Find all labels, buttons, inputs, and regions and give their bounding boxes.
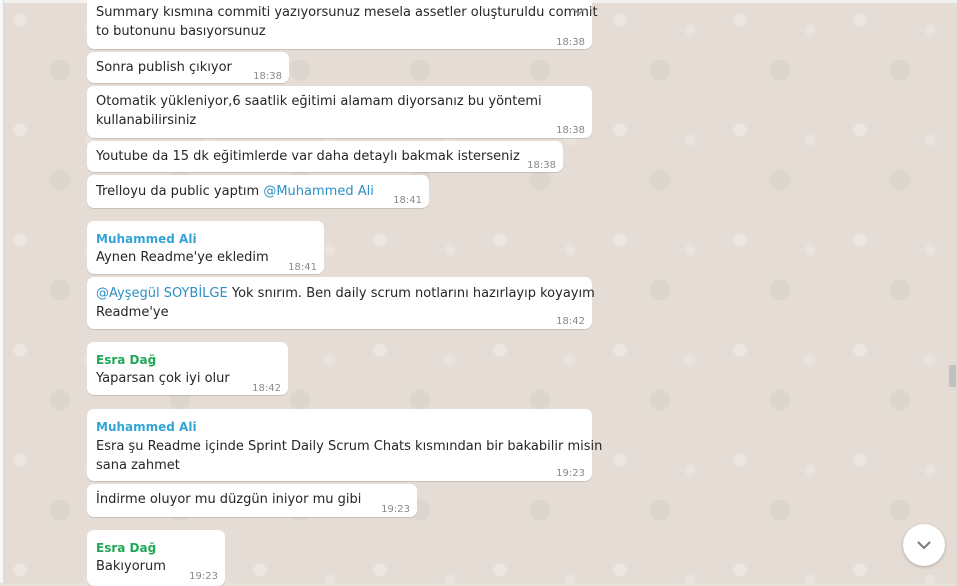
message-time: 18:38	[527, 160, 556, 171]
message-time: 19:23	[189, 571, 218, 582]
message-bubble[interactable]: İndirme oluyor mu düzgün iniyor mu gibi …	[87, 484, 417, 517]
message-text-part: Yok snırım. Ben daily scrum notlarını ha…	[227, 286, 595, 301]
message-text: Aynen Readme'ye ekledim	[96, 250, 269, 265]
message-text: Bakıyorum	[96, 559, 166, 574]
message-bubble[interactable]: Esra Dağ Yaparsan çok iyi olur 18:42	[87, 342, 288, 395]
scrollbar-thumb[interactable]	[949, 365, 956, 387]
chevron-down-icon[interactable]	[572, 6, 586, 18]
message-text: İndirme oluyor mu düzgün iniyor mu gibi	[96, 492, 362, 507]
mention-link[interactable]: @Muhammed Ali	[263, 184, 374, 199]
sender-name[interactable]: Muhammed Ali	[96, 418, 197, 437]
message-text: Sonra publish çıkıyor	[96, 60, 232, 75]
message-time: 18:42	[252, 383, 281, 394]
message-bubble[interactable]: Trelloyu da public yaptım @Muhammed Ali …	[87, 175, 429, 208]
pane-divider	[0, 0, 4, 583]
message-text: Readme'ye	[96, 305, 169, 320]
sender-name[interactable]: Esra Dağ	[96, 351, 156, 370]
message-text: Trelloyu da public yaptım @Muhammed Ali	[96, 182, 374, 201]
sender-name[interactable]: Esra Dağ	[96, 539, 156, 558]
message-time: 19:23	[556, 468, 585, 479]
message-time: 18:41	[288, 262, 317, 273]
message-bubble[interactable]: Otomatik yükleniyor,6 saatlik eğitimi al…	[87, 86, 592, 138]
message-bubble[interactable]: Esra Dağ Bakıyorum 19:23	[87, 530, 225, 586]
sender-name[interactable]: Muhammed Ali	[96, 230, 197, 249]
message-text: to butonunu basıyorsunuz	[96, 24, 266, 39]
message-bubble[interactable]: @Ayşegül SOYBİLGE Yok snırım. Ben daily …	[87, 277, 595, 329]
message-time: 19:23	[381, 504, 410, 515]
message-bubble[interactable]: Youtube da 15 dk eğitimlerde var daha de…	[87, 141, 563, 172]
message-text-part: Trelloyu da public yaptım	[96, 184, 264, 199]
message-text: Youtube da 15 dk eğitimlerde var daha de…	[96, 149, 520, 164]
mention-link[interactable]: @Ayşegül SOYBİLGE	[96, 286, 228, 301]
scroll-to-bottom-button[interactable]	[903, 524, 945, 566]
message-text: Esra şu Readme içinde Sprint Daily Scrum…	[96, 439, 603, 454]
message-time: 18:38	[556, 37, 585, 48]
message-time: 18:38	[556, 125, 585, 136]
message-text: @Ayşegül SOYBİLGE Yok snırım. Ben daily …	[96, 284, 595, 303]
message-text: kullanabilirsiniz	[96, 113, 197, 128]
message-bubble[interactable]: Sonra publish çıkıyor 18:38	[87, 52, 289, 83]
message-text: Yaparsan çok iyi olur	[96, 371, 230, 386]
message-time: 18:41	[393, 195, 422, 206]
message-text: Otomatik yükleniyor,6 saatlik eğitimi al…	[96, 94, 542, 109]
message-time: 18:38	[253, 71, 282, 82]
message-text: sana zahmet	[96, 458, 180, 473]
message-text: Summary kısmına commiti yazıyorsunuz mes…	[96, 5, 598, 20]
chevron-down-icon	[917, 541, 931, 550]
message-bubble[interactable]: Summary kısmına commiti yazıyorsunuz mes…	[87, 0, 598, 49]
message-bubble[interactable]: Muhammed Ali Aynen Readme'ye ekledim 18:…	[87, 221, 324, 274]
message-bubble[interactable]: Muhammed Ali Esra şu Readme içinde Sprin…	[87, 409, 602, 481]
message-time: 18:42	[556, 316, 585, 327]
